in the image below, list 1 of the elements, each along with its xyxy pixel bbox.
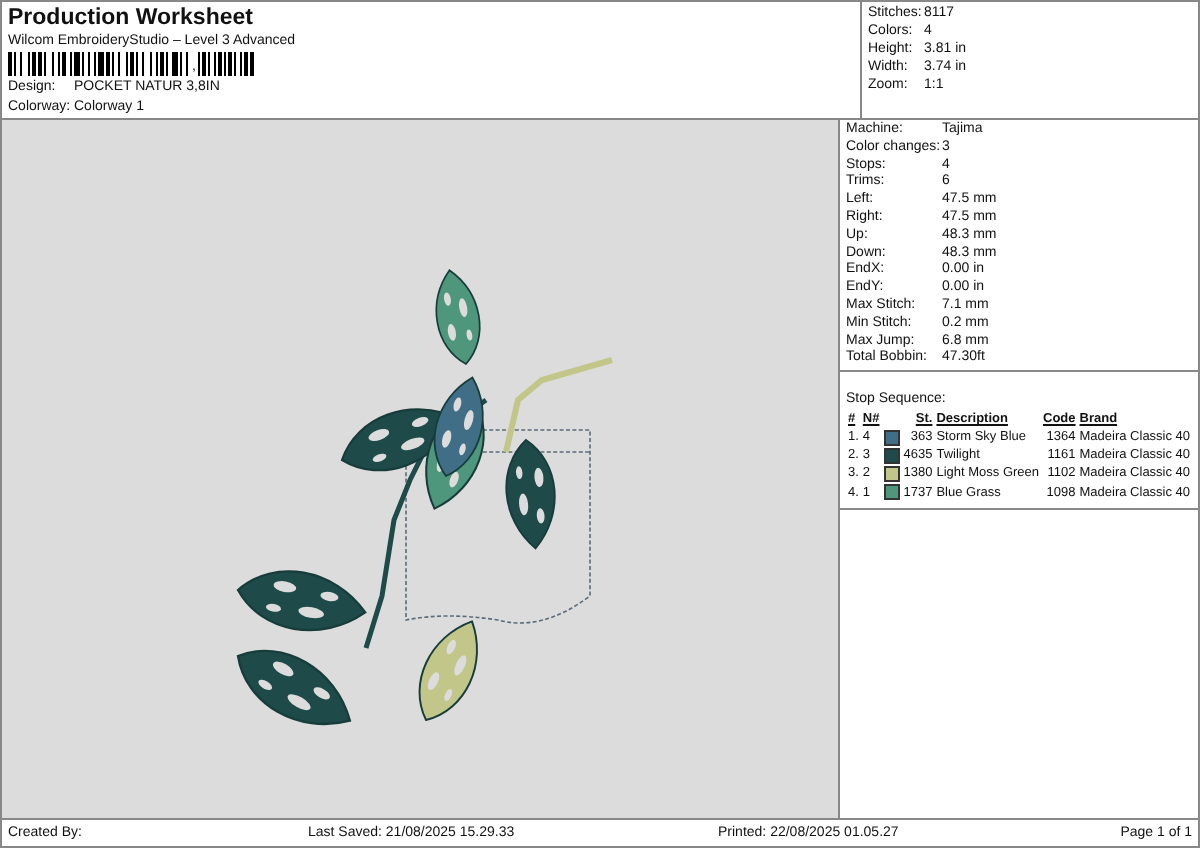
worksheet-title: Production Worksheet	[8, 6, 255, 30]
